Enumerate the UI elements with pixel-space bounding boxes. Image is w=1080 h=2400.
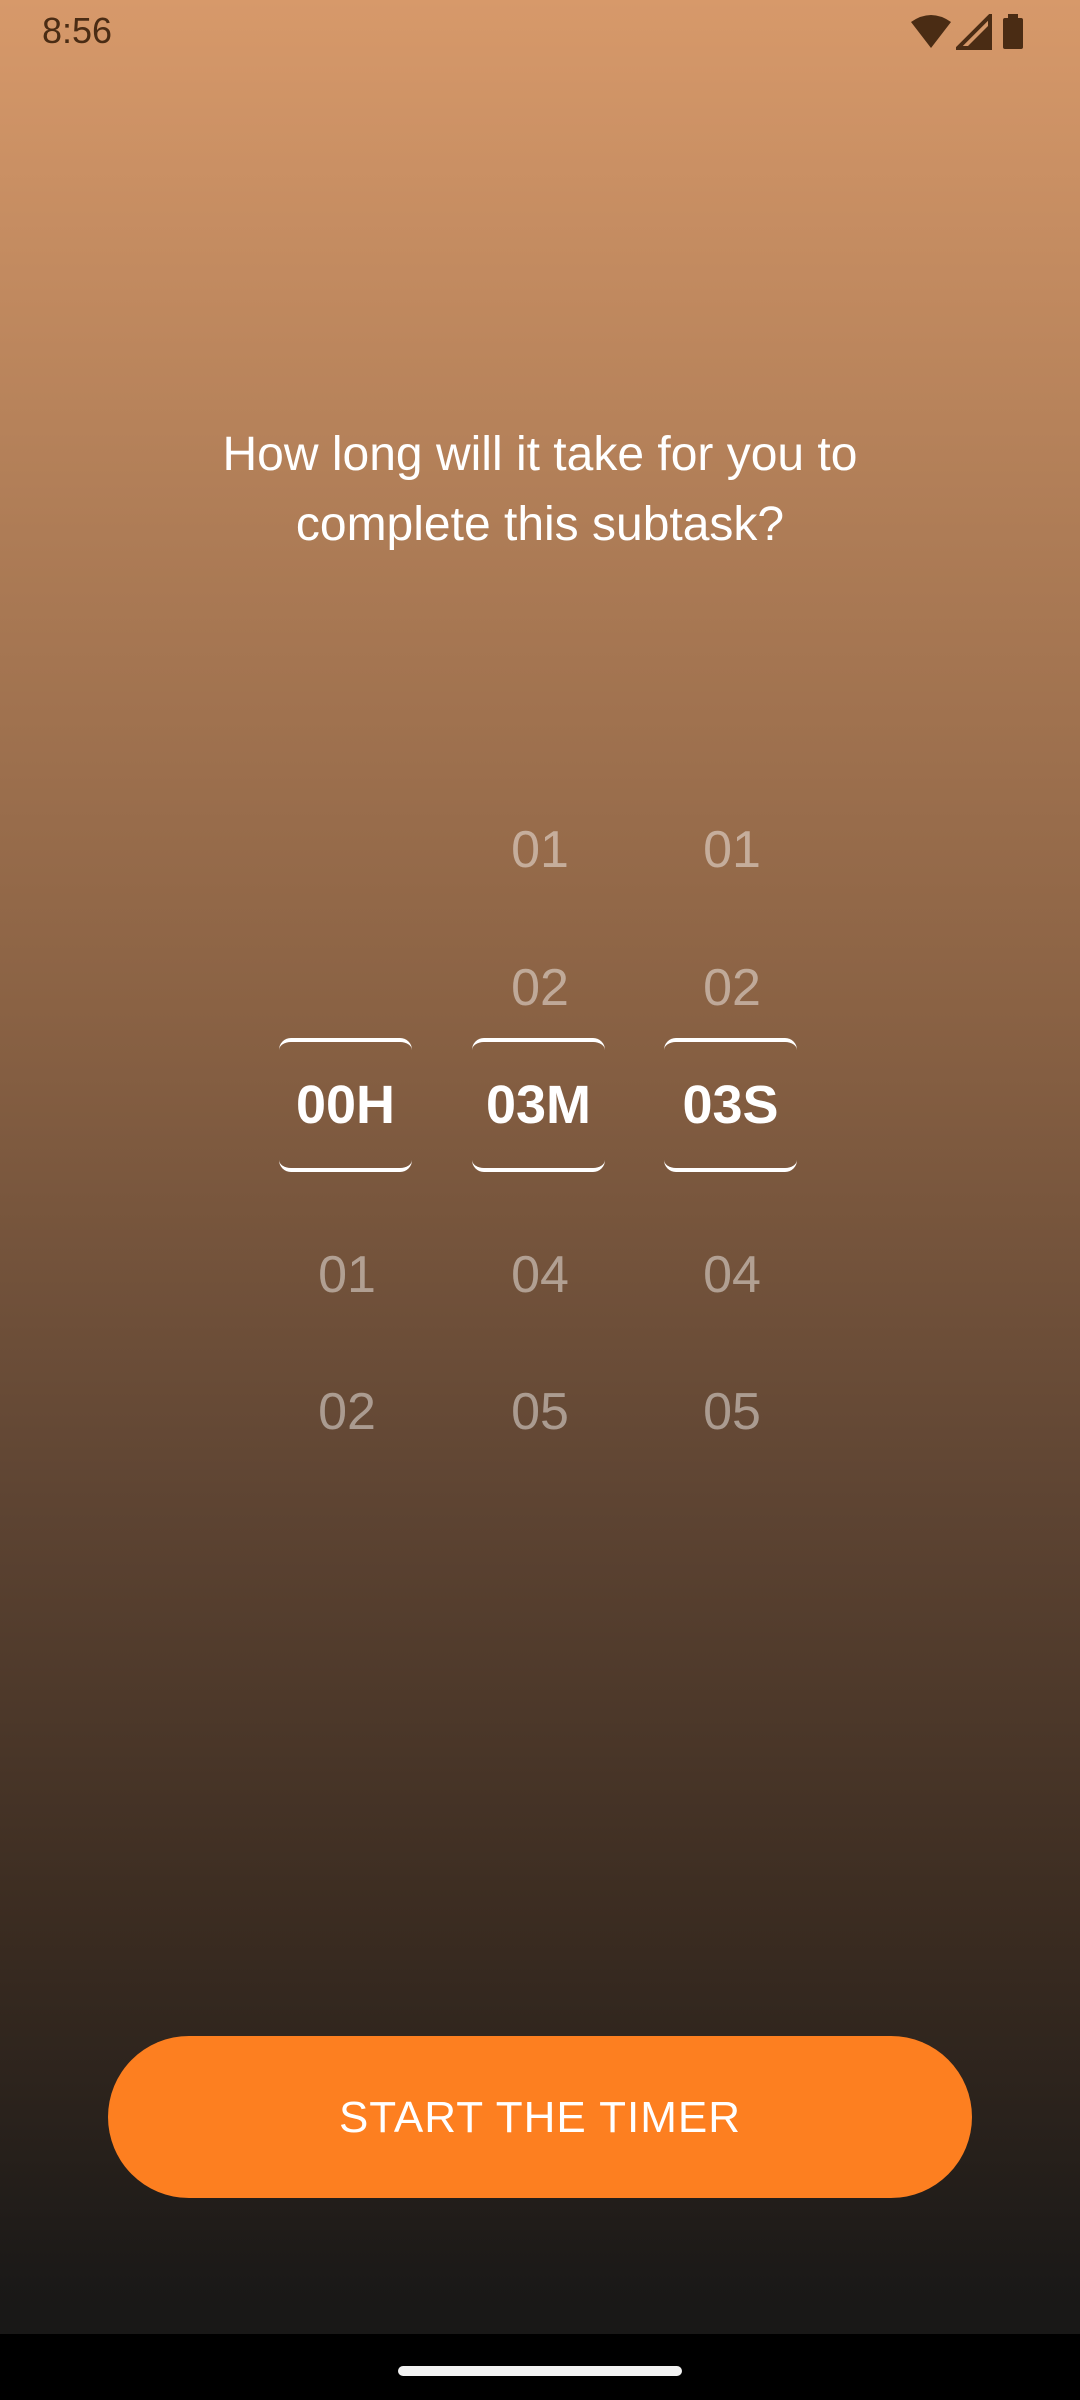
status-icons [910,14,1040,50]
seconds-picker[interactable]: 01 02 03S 04 05 [657,760,807,1441]
seconds-option-below-2[interactable]: 05 [657,1372,807,1452]
start-timer-button[interactable]: START THE TIMER [108,2036,972,2198]
status-bar: 8:56 [0,0,1080,62]
signal-icon [956,14,992,50]
hours-picker[interactable]: 00H 01 02 [272,760,422,1441]
minutes-option-above-2[interactable]: 01 [465,810,615,890]
minutes-picker[interactable]: 01 02 03M 04 05 [465,760,615,1441]
status-time: 8:56 [42,10,113,51]
hours-option-above-2[interactable] [272,810,422,890]
battery-icon [1003,14,1023,49]
seconds-option-above-1[interactable]: 02 [657,948,807,1028]
seconds-selected-value[interactable]: 03S [664,1038,797,1172]
minutes-option-below-1[interactable]: 04 [465,1235,615,1315]
minutes-option-below-2[interactable]: 05 [465,1372,615,1452]
minutes-selected-value[interactable]: 03M [472,1038,605,1172]
hours-option-below-1[interactable]: 01 [272,1235,422,1315]
hours-option-below-2[interactable]: 02 [272,1372,422,1452]
wifi-icon [911,15,951,48]
home-indicator[interactable] [398,2366,682,2376]
seconds-option-below-1[interactable]: 04 [657,1235,807,1315]
hours-option-above-1[interactable] [272,948,422,1028]
hours-selected-value[interactable]: 00H [279,1038,412,1172]
question-heading: How long will it take for you to complet… [222,428,858,551]
navigation-bar [0,2334,1080,2400]
seconds-option-above-2[interactable]: 01 [657,810,807,890]
minutes-option-above-1[interactable]: 02 [465,948,615,1028]
